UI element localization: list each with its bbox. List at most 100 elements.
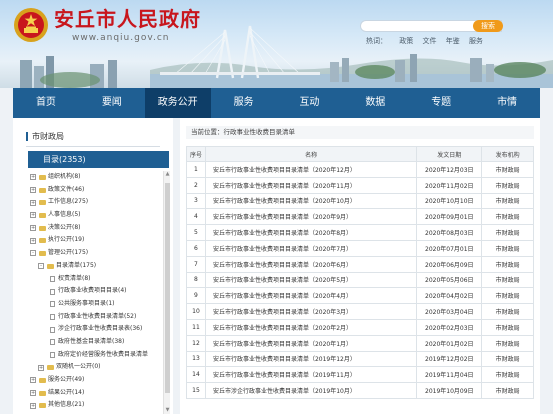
tree-item-label[interactable]: 目录清单(175) (56, 260, 96, 273)
tree-item[interactable]: 权责清单(8) (28, 273, 162, 286)
tree-item-label[interactable]: 服务公开(49) (48, 374, 84, 387)
tree-item[interactable]: + 结果公开(14) (28, 387, 162, 400)
tree-item-label[interactable]: 管理公开(175) (48, 247, 88, 260)
cell-title[interactable]: 安丘市行政事业性收费项目目录清单（2020年2月） (204, 318, 418, 336)
cell-title[interactable]: 安丘市行政事业性收费项目目录清单（2020年11月） (204, 176, 418, 194)
tree-item-label[interactable]: 涉企行政事业性收费目录表(36) (58, 323, 142, 336)
expand-toggle-icon[interactable]: + (30, 212, 36, 219)
catalog-header[interactable]: 目录(2353) (28, 151, 169, 168)
tree-item[interactable]: + 执行公开(19) (28, 234, 162, 247)
tree-item[interactable]: + 决策公开(8) (28, 222, 162, 235)
tree-item-label[interactable]: 政府定价经营服务性收费目录清单 (58, 349, 148, 362)
tree-scrollbar[interactable]: ▲ ▼ (163, 171, 170, 414)
expand-toggle-icon[interactable]: + (30, 402, 36, 409)
tree-item-label[interactable]: 执行公开(19) (48, 234, 84, 247)
tree-item[interactable]: - 管理公开(175) (28, 247, 162, 260)
tree-item-label[interactable]: 行政事业收费项目目录(4) (58, 285, 127, 298)
sidebar: 市财政局 目录(2353) + 组织机构(8) + 政策文件(46) + 工作信息(275… (13, 118, 173, 414)
tree-item[interactable]: + 双随机一公开(0) (28, 361, 162, 374)
cell-title[interactable]: 安丘市行政事业性收费项目目录清单（2020年4月） (204, 287, 418, 305)
tree-item[interactable]: 涉企行政事业性收费目录表(36) (28, 323, 162, 336)
scroll-thumb[interactable] (165, 183, 170, 393)
tree-item[interactable]: + 人事信息(5) (28, 209, 162, 222)
tree-item[interactable]: 公共服务事项目录(1) (28, 298, 162, 311)
expand-toggle-icon[interactable]: + (30, 187, 36, 194)
tree-item-label[interactable]: 权责清单(8) (58, 273, 91, 286)
cell-date: 2020年04月02日 (416, 287, 483, 305)
tree-item[interactable]: - 目录清单(175) (28, 260, 162, 273)
expand-toggle-icon[interactable]: + (30, 199, 36, 206)
collapse-toggle-icon[interactable]: - (38, 263, 44, 270)
cell-title[interactable]: 安丘市行政事业性收费项目目录清单（2020年9月） (204, 208, 418, 226)
document-icon (50, 326, 55, 333)
collapse-toggle-icon[interactable]: - (30, 250, 36, 257)
column-header-title: 名称 (204, 146, 418, 162)
nav-item-data[interactable]: 数据 (342, 88, 408, 118)
cell-index: 7 (186, 255, 206, 273)
tree-item-label[interactable]: 公共服务事项目录(1) (58, 298, 115, 311)
cell-publisher: 市财政局 (481, 303, 534, 320)
cell-title[interactable]: 安丘市行政事业性收费项目目录清单（2020年6月） (204, 255, 418, 273)
tree-item-label[interactable]: 政策文件(46) (48, 184, 84, 197)
hot-word-link[interactable]: 政策 (399, 37, 413, 45)
cell-date: 2020年02月03日 (416, 318, 483, 336)
hot-word-link[interactable]: 文件 (422, 37, 436, 45)
site-title[interactable]: 安丘市人民政府 (54, 7, 201, 31)
scroll-up-arrow-icon[interactable]: ▲ (164, 171, 171, 178)
tree-item-label[interactable]: 组织机构(8) (48, 171, 81, 184)
tree-item[interactable]: 政府定价经营服务性收费目录清单 (28, 349, 162, 362)
cell-title[interactable]: 安丘市行政事业性收费项目目录清单（2020年3月） (204, 303, 418, 320)
cell-title[interactable]: 安丘市行政事业性收费项目目录清单（2019年12月） (204, 350, 418, 368)
tree-item[interactable]: + 政策文件(46) (28, 184, 162, 197)
table-row: 1 安丘市行政事业性收费项目目录清单（2020年12月） 2020年12月03日 市财… (186, 161, 534, 178)
cell-publisher: 市财政局 (481, 334, 534, 352)
tree-item[interactable]: 行政事业收费项目目录(4) (28, 285, 162, 298)
tree-item[interactable]: + 服务公开(49) (28, 374, 162, 387)
cell-title[interactable]: 安丘市行政事业性收费项目目录清单（2020年7月） (204, 239, 418, 257)
content-panel: 当前位置：行政事业性收费目录清单 序号 名称 发文日期 发布机构 1 安丘市行政事… (180, 118, 540, 414)
tree-item[interactable]: + 组织机构(8) (28, 171, 162, 184)
cell-title[interactable]: 安丘市行政事业性收费项目目录清单（2020年12月） (204, 161, 418, 178)
tree-item[interactable]: 政府性基金目录清单(38) (28, 336, 162, 349)
search-button[interactable]: 搜索 (473, 20, 503, 32)
expand-toggle-icon[interactable]: + (38, 364, 44, 371)
tree-item[interactable]: 行政事业性收费目录清单(52) (28, 311, 162, 324)
tree-item-label[interactable]: 人事信息(5) (48, 209, 81, 222)
cell-title[interactable]: 安丘市行政事业性收费项目目录清单（2019年11月） (204, 366, 418, 384)
cell-publisher: 市财政局 (481, 161, 534, 178)
nav-item-home[interactable]: 首页 (13, 88, 79, 118)
cell-title[interactable]: 安丘市行政事业性收费项目目录清单（2020年5月） (204, 271, 418, 289)
table-row: 2 安丘市行政事业性收费项目目录清单（2020年11月） 2020年11月02日 市财… (186, 176, 534, 194)
nav-item-interaction[interactable]: 互动 (277, 88, 343, 118)
tree-item-label[interactable]: 双随机一公开(0) (56, 361, 101, 374)
expand-toggle-icon[interactable]: + (30, 377, 36, 384)
nav-item-gov-affairs[interactable]: 政务公开 (144, 88, 211, 118)
nav-item-topics[interactable]: 专题 (408, 88, 474, 118)
cell-title[interactable]: 安丘市行政事业性收费项目目录清单（2020年10月） (204, 192, 418, 210)
hot-word-link[interactable]: 服务 (469, 37, 483, 45)
tree-item-label[interactable]: 行政事业性收费目录清单(52) (58, 311, 136, 324)
cell-title[interactable]: 安丘市涉企行政事业性收费目录清单（2019年10月） (204, 382, 418, 399)
hot-word-link[interactable]: 年鉴 (446, 37, 460, 45)
tree-item[interactable]: + 工作信息(275) (28, 196, 162, 209)
nav-item-news[interactable]: 要闻 (79, 88, 145, 118)
expand-toggle-icon[interactable]: + (30, 390, 36, 397)
expand-toggle-icon[interactable]: + (30, 225, 36, 232)
cell-date: 2019年11月04日 (416, 366, 483, 384)
cell-title[interactable]: 安丘市行政事业性收费项目目录清单（2020年8月） (204, 224, 418, 241)
cell-title[interactable]: 安丘市行政事业性收费项目目录清单（2020年1月） (204, 334, 418, 352)
cell-index: 6 (186, 239, 206, 257)
scroll-down-arrow-icon[interactable]: ▼ (164, 407, 171, 414)
tree-item-label[interactable]: 其他信息(21) (48, 399, 84, 412)
nav-item-city-info[interactable]: 市情 (474, 88, 540, 118)
tree-item-label[interactable]: 结果公开(14) (48, 387, 84, 400)
tree-item-label[interactable]: 工作信息(275) (48, 196, 88, 209)
cell-publisher: 市财政局 (481, 382, 534, 399)
expand-toggle-icon[interactable]: + (30, 237, 36, 244)
expand-toggle-icon[interactable]: + (30, 174, 36, 181)
cell-publisher: 市财政局 (481, 224, 534, 241)
nav-item-services[interactable]: 服务 (211, 88, 277, 118)
tree-item[interactable]: + 其他信息(21) (28, 399, 162, 412)
tree-item-label[interactable]: 决策公开(8) (48, 222, 81, 235)
tree-item-label[interactable]: 政府性基金目录清单(38) (58, 336, 124, 349)
